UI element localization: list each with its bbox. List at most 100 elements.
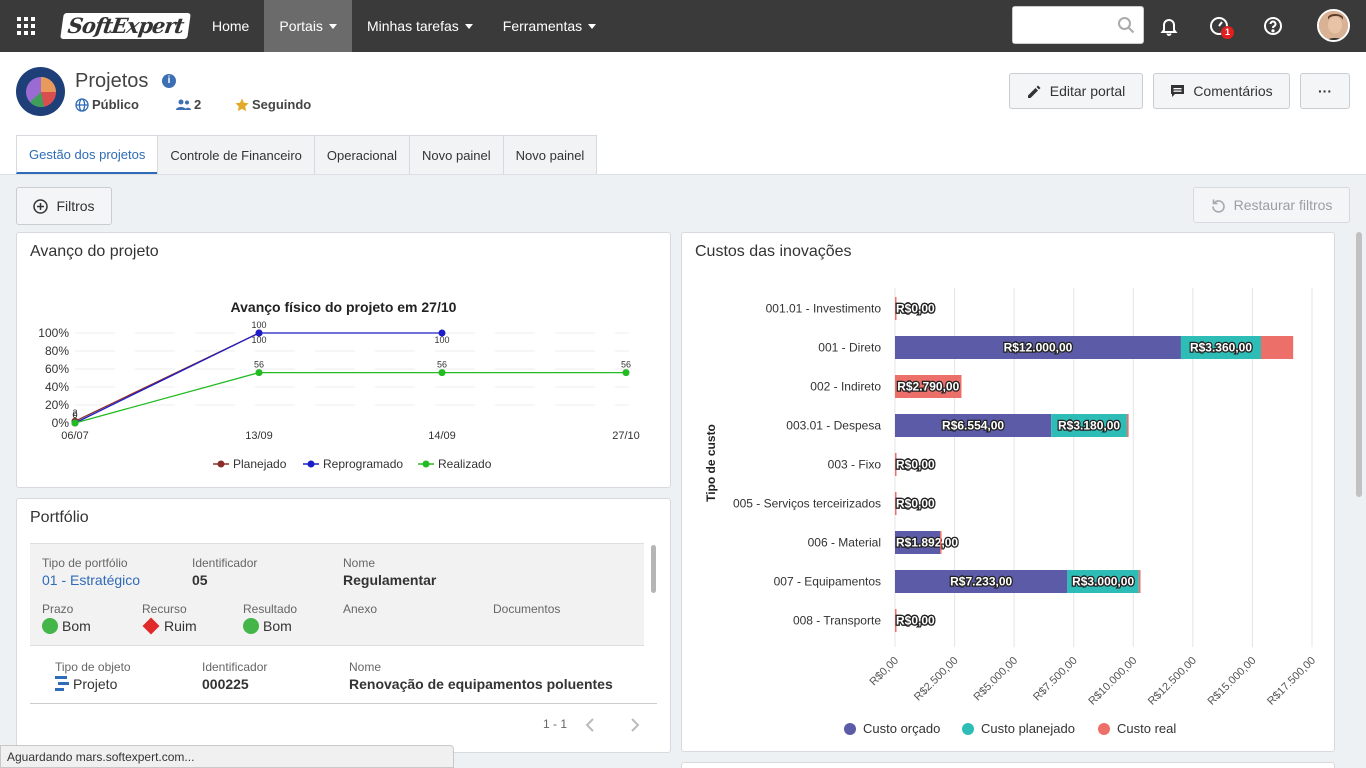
help-button[interactable] <box>1259 12 1287 40</box>
object-id-label: Identificador <box>202 660 268 674</box>
notifications-button[interactable] <box>1155 12 1183 40</box>
main-nav: Home Portais Minhas tarefas Ferramentas <box>197 0 611 52</box>
portfolio-type-label: Tipo de portfólio <box>42 556 128 570</box>
activity-button[interactable]: 1 <box>1205 12 1234 40</box>
following-indicator[interactable]: Seguindo <box>235 97 311 112</box>
category-label: 007 - Equipamentos <box>774 575 881 589</box>
y-tick-label: 40% <box>45 380 69 394</box>
category-label: 006 - Material <box>808 536 881 550</box>
y-axis-title: Tipo de custo <box>704 424 718 502</box>
data-label: 56 <box>621 360 631 370</box>
following-label: Seguindo <box>252 97 312 112</box>
chevron-right-icon[interactable] <box>629 717 641 733</box>
search-icon[interactable] <box>1117 16 1135 34</box>
bar-value-label: R$2.790,00 <box>897 380 959 394</box>
bar-value-label: R$3.180,00 <box>1058 419 1120 433</box>
star-icon <box>235 98 249 111</box>
progress-line-chart: 0%20%40%60%80%100%06/07 13/09 14/09 27/1021… <box>38 320 639 471</box>
bar-value-label: R$6.554,00 <box>942 419 1004 433</box>
innovation-costs-widget: Custos das inovações R$0,00 R$2.500,00 R$5… <box>681 232 1335 752</box>
tab-2[interactable]: Controle de Financeiro <box>157 135 315 174</box>
softexpert-logo[interactable]: SoftExpert <box>60 12 192 40</box>
restore-filters-label: Restaurar filtros <box>1233 197 1333 213</box>
legend-marker <box>1098 723 1110 735</box>
nav-item-minhas-tarefas[interactable]: Minhas tarefas <box>352 0 488 52</box>
bell-icon <box>1160 19 1178 36</box>
costs-bar-chart: R$0,00 R$2.500,00 R$5.000,00 R$7.500,00 R$10… <box>704 288 1318 736</box>
search-input[interactable] <box>1013 7 1113 43</box>
chevron-left-icon[interactable] <box>584 717 596 733</box>
more-options-button[interactable]: ··· <box>1300 73 1350 109</box>
add-circle-icon <box>33 198 49 214</box>
visibility-label: Público <box>92 97 139 112</box>
series-line-realizado <box>74 371 626 424</box>
y-tick-label: 60% <box>45 362 69 376</box>
resource-value: Ruim <box>164 618 197 634</box>
data-label: 100 <box>251 335 266 345</box>
edit-portal-button[interactable]: Editar portal <box>1009 73 1143 109</box>
portfolio-scrollbar[interactable] <box>651 545 656 593</box>
nav-item-home[interactable]: Home <box>197 0 264 52</box>
page-scrollbar[interactable] <box>1356 232 1362 497</box>
next-widget <box>681 762 1335 768</box>
result-label: Resultado <box>243 602 298 616</box>
y-tick-label: 20% <box>45 398 69 412</box>
x-tick-label: R$12.500,00 <box>1146 655 1199 708</box>
legend-marker <box>844 723 856 735</box>
data-label: 56 <box>254 360 264 370</box>
members-indicator[interactable]: 2 <box>176 97 201 112</box>
portfolio-widget: Portfólio Tipo de portfólio 01 - Estraté… <box>16 498 671 753</box>
comments-button[interactable]: Comentários <box>1153 73 1290 109</box>
tab-1[interactable]: Gestão dos projetos <box>16 135 159 174</box>
restore-filters-button[interactable]: Restaurar filtros <box>1193 187 1350 223</box>
user-photo-icon <box>1319 11 1348 40</box>
project-progress-widget: Avanço do projeto Avanço físico do proje… <box>16 232 671 488</box>
object-id-value: 000225 <box>202 676 249 692</box>
top-navigation-bar: SoftExpert Home Portais Minhas tarefas Ferr… <box>0 0 1366 52</box>
portfolio-type-value[interactable]: 01 - Estratégico <box>42 572 140 588</box>
filters-label: Filtros <box>56 198 95 214</box>
globe-icon <box>75 97 89 112</box>
divider <box>30 703 657 704</box>
x-tick-label: R$10.000,00 <box>1086 655 1139 708</box>
nav-item-ferramentas[interactable]: Ferramentas <box>488 0 611 52</box>
help-icon <box>1264 17 1282 35</box>
legend-label: Custo real <box>1117 721 1176 736</box>
tab-3[interactable]: Operacional <box>313 135 410 174</box>
tab-4[interactable]: Novo painel <box>409 135 504 174</box>
portal-tabs: Gestão dos projetos Controle de Financeir… <box>16 135 598 174</box>
legend-marker <box>217 460 225 468</box>
filters-button[interactable]: Filtros <box>16 187 112 225</box>
portfolio-name-value: Regulamentar <box>343 572 437 588</box>
x-tick-label: R$17.500,00 <box>1265 655 1318 708</box>
data-point <box>255 369 263 377</box>
series-line-reprogramado <box>74 332 442 424</box>
legend-label: Planejado <box>233 457 287 471</box>
resource-status: Ruim <box>142 617 197 635</box>
legend-label: Custo planejado <box>981 721 1075 736</box>
object-name-value[interactable]: Renovação de equipamentos poluentes <box>349 676 613 692</box>
legend-marker <box>962 723 974 735</box>
object-type-label: Tipo de objeto <box>55 660 131 674</box>
data-label: 100 <box>434 335 449 345</box>
resource-label: Recurso <box>142 602 187 616</box>
comment-icon <box>1171 85 1185 97</box>
info-icon[interactable]: i <box>162 74 176 88</box>
user-avatar[interactable] <box>1317 9 1350 42</box>
portfolio-card[interactable]: Tipo de portfólio 01 - Estratégico Ident… <box>30 543 644 646</box>
comments-label: Comentários <box>1193 83 1273 99</box>
pie-chart-icon <box>25 76 56 107</box>
x-tick-label: R$15.000,00 <box>1206 655 1259 708</box>
nav-item-portais[interactable]: Portais <box>264 0 352 52</box>
apps-menu-button[interactable] <box>0 0 52 52</box>
tab-5[interactable]: Novo painel <box>502 135 598 174</box>
category-label: 001 - Direto <box>818 341 881 355</box>
green-status-icon <box>243 618 259 634</box>
legend-label: Realizado <box>438 457 492 471</box>
legend-label: Reprogramado <box>323 457 403 471</box>
data-label: 100 <box>251 320 266 330</box>
attachment-label: Anexo <box>343 602 378 616</box>
members-count: 2 <box>194 97 202 112</box>
nav-item-label: Portais <box>279 18 323 34</box>
object-name-label: Nome <box>349 660 382 674</box>
